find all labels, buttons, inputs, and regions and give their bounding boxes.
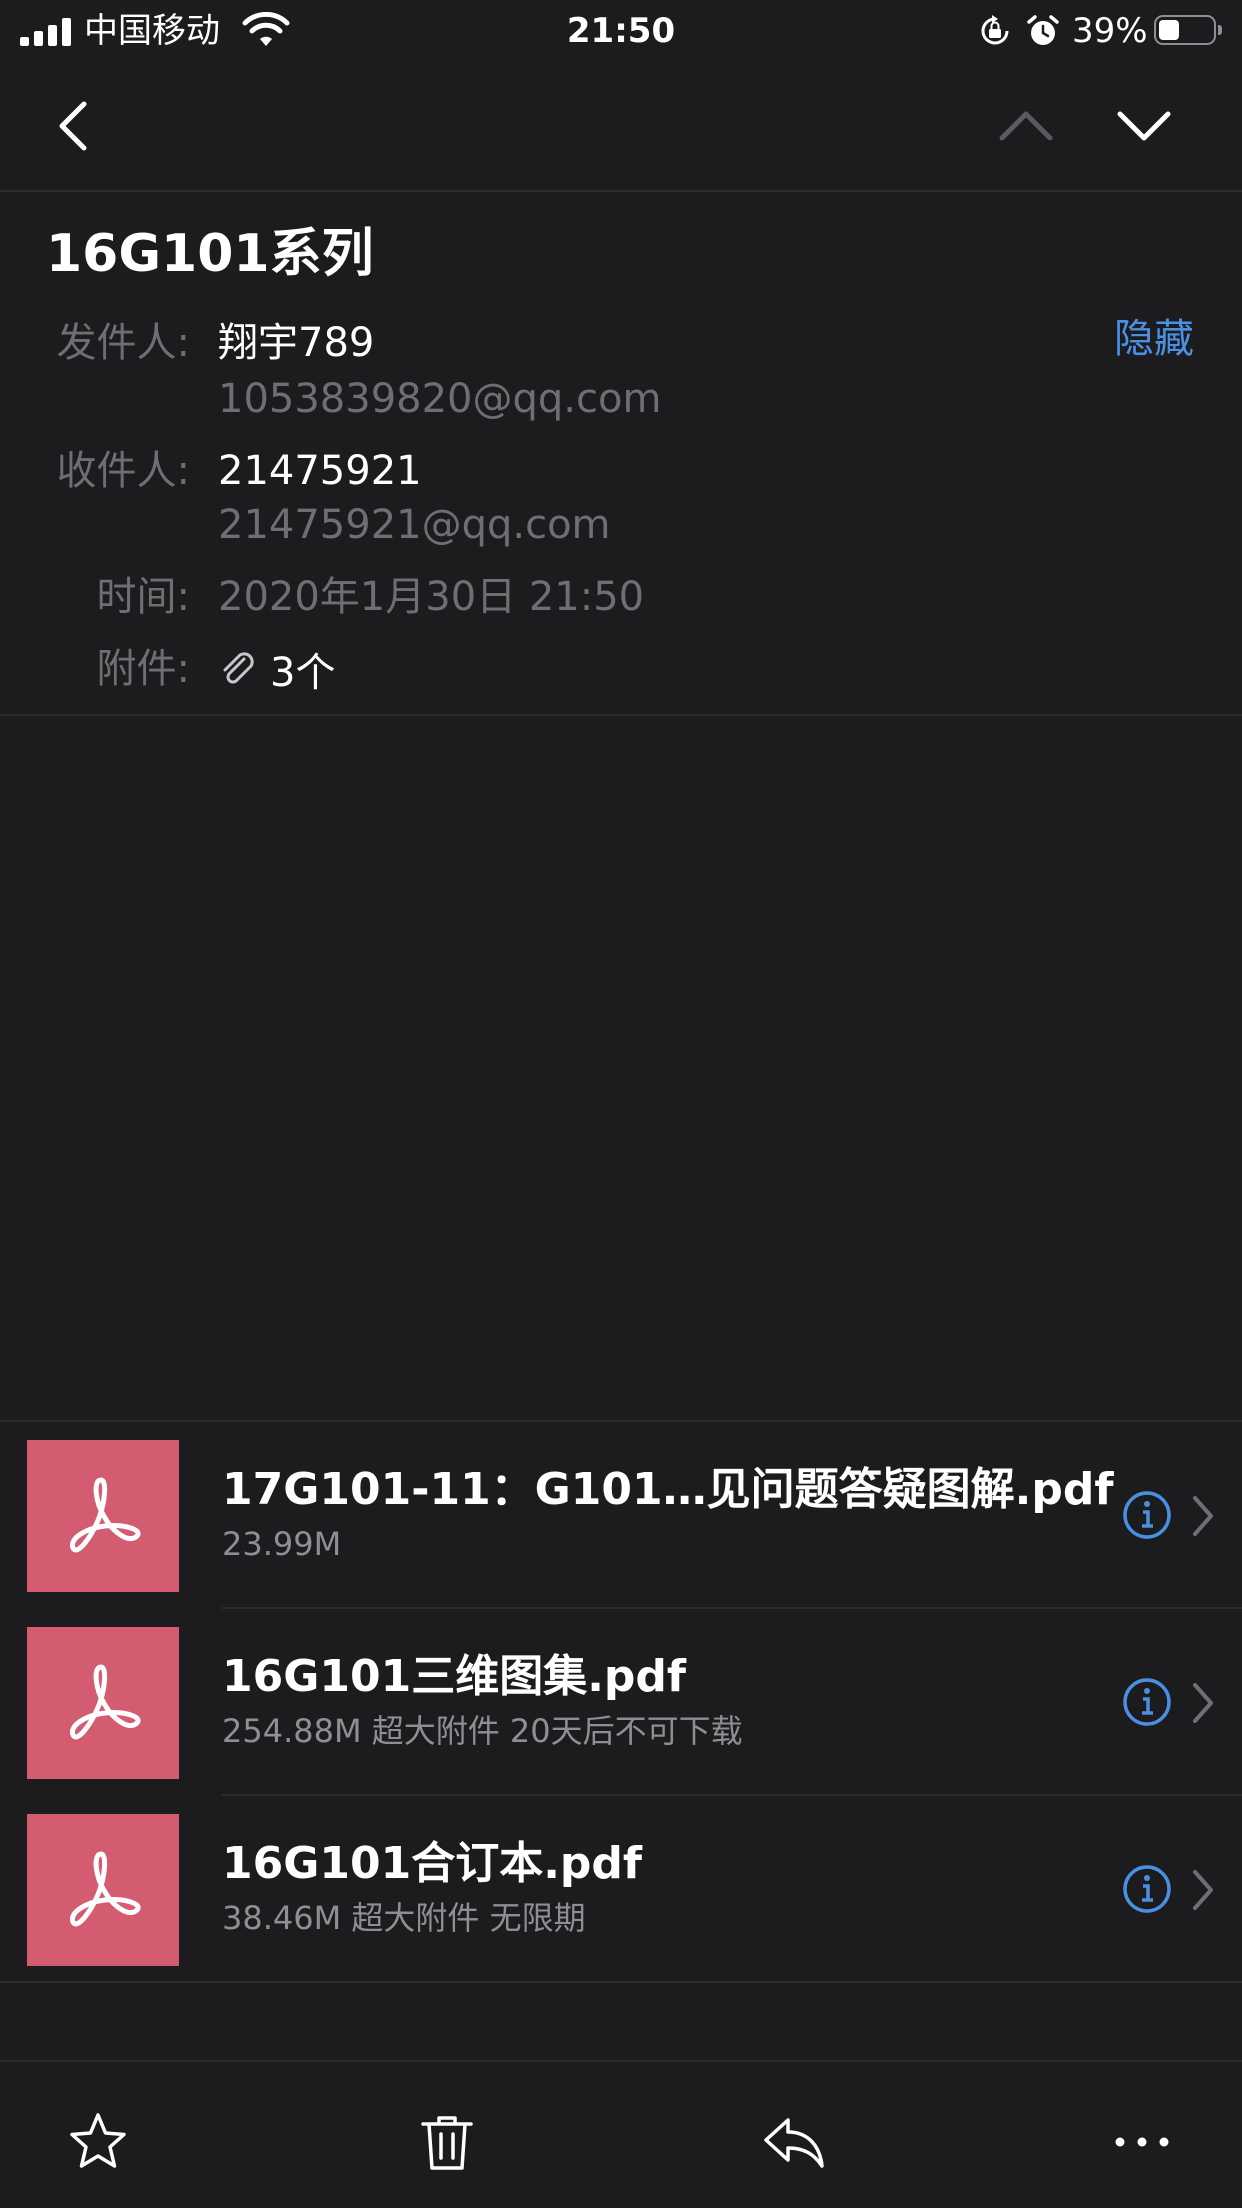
- status-bar: 中国移动 21:50 39%: [0, 0, 1242, 62]
- mail-subject: 16G101系列: [46, 224, 374, 284]
- hide-details-button[interactable]: 隐藏: [1114, 312, 1194, 366]
- chevron-right-icon: [1193, 1496, 1213, 1536]
- info-icon[interactable]: [1122, 1677, 1172, 1727]
- sender-email[interactable]: 1053839820@qq.com: [218, 372, 661, 426]
- bottom-toolbar: [0, 2060, 1242, 2208]
- info-icon[interactable]: [1122, 1490, 1172, 1540]
- pdf-icon: [27, 1440, 179, 1592]
- attachment-name: 16G101合订本.pdf: [222, 1838, 643, 1889]
- alarm-icon: [1027, 15, 1059, 45]
- battery-percentage: 39%: [1072, 11, 1148, 51]
- attachment-count-text: 3个: [270, 650, 336, 696]
- reply-icon[interactable]: [762, 2110, 826, 2174]
- attachment-name: 17G101-11：G101…见问题答疑图解.pdf: [222, 1464, 1114, 1515]
- trash-icon[interactable]: [415, 2110, 479, 2174]
- from-label: 发件人:: [56, 320, 190, 366]
- attachment-info: 254.88M 超大附件 20天后不可下载: [222, 1712, 743, 1750]
- attachment-info: 23.99M: [222, 1525, 342, 1563]
- mail-detail-screen: 中国移动 21:50 39% 16G101系列 隐藏 发件人: 翔宇789 10…: [0, 0, 1242, 2208]
- paperclip-icon: [223, 652, 254, 684]
- battery-icon: [1154, 15, 1222, 45]
- attachment-item[interactable]: 16G101合订本.pdf 38.46M 超大附件 无限期: [0, 1796, 1242, 1983]
- attachment-count[interactable]: 3个: [218, 642, 335, 696]
- previous-mail-button[interactable]: [998, 98, 1054, 154]
- next-mail-button[interactable]: [1116, 98, 1172, 154]
- rotation-lock-icon: [981, 15, 1009, 45]
- more-icon[interactable]: [1110, 2110, 1174, 2174]
- attachment-label: 附件:: [96, 646, 190, 692]
- mail-time: 2020年1月30日 21:50: [218, 574, 645, 620]
- time-label: 时间:: [96, 574, 190, 620]
- attachment-info: 38.46M 超大附件 无限期: [222, 1899, 586, 1937]
- pdf-icon: [27, 1627, 179, 1779]
- info-icon[interactable]: [1122, 1864, 1172, 1914]
- pdf-icon: [27, 1814, 179, 1966]
- chevron-right-icon: [1193, 1870, 1213, 1910]
- nav-bar: [0, 62, 1242, 192]
- header-divider: [0, 714, 1242, 716]
- star-icon[interactable]: [66, 2110, 130, 2174]
- attachment-item[interactable]: 17G101-11：G101…见问题答疑图解.pdf 23.99M: [0, 1422, 1242, 1609]
- back-button[interactable]: [50, 98, 100, 154]
- recipient-name[interactable]: 21475921: [218, 444, 422, 498]
- recipient-email[interactable]: 21475921@qq.com: [218, 498, 611, 552]
- to-label: 收件人:: [56, 448, 190, 494]
- attachment-list: 17G101-11：G101…见问题答疑图解.pdf 23.99M 16G101…: [0, 1420, 1242, 1983]
- attachment-name: 16G101三维图集.pdf: [222, 1651, 687, 1702]
- attachment-item[interactable]: 16G101三维图集.pdf 254.88M 超大附件 20天后不可下载: [0, 1609, 1242, 1796]
- chevron-right-icon: [1193, 1683, 1213, 1723]
- sender-name[interactable]: 翔宇789: [218, 316, 374, 370]
